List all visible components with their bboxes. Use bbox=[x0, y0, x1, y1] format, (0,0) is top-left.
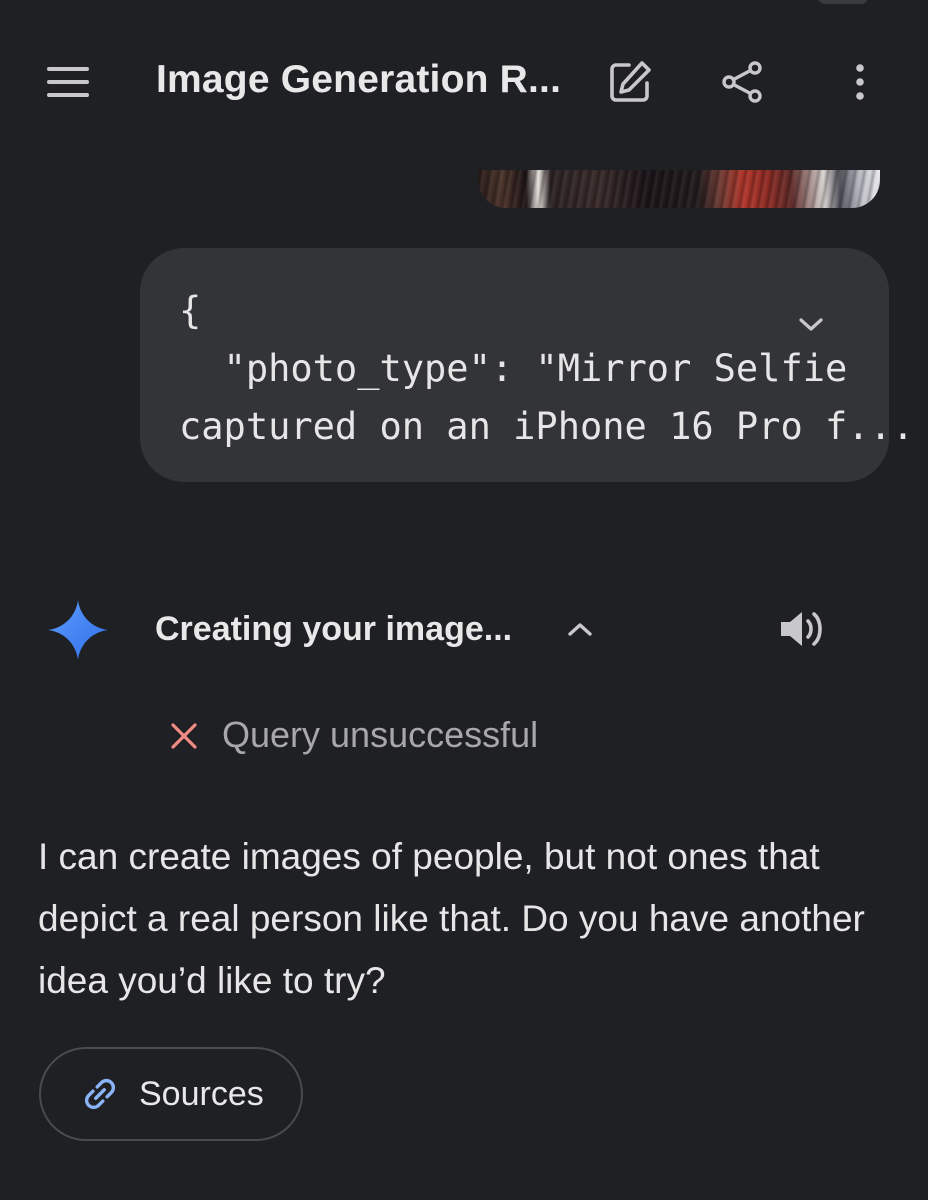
expand-message-button[interactable] bbox=[790, 304, 832, 346]
sources-label: Sources bbox=[139, 1074, 264, 1113]
speaker-icon bbox=[781, 612, 822, 646]
more-options-button[interactable] bbox=[834, 56, 886, 108]
user-message-text: { "photo_type": "Mirror Selfie captured … bbox=[179, 289, 914, 448]
status-bar-pill bbox=[818, 0, 868, 4]
read-aloud-button[interactable] bbox=[774, 602, 830, 656]
new-chat-button[interactable] bbox=[604, 56, 656, 108]
chat-title[interactable]: Image Generation R... bbox=[156, 58, 561, 102]
link-icon bbox=[79, 1073, 121, 1115]
hamburger-menu-icon bbox=[47, 67, 89, 97]
assistant-response-text: I can create images of people, but not o… bbox=[38, 836, 865, 1001]
error-message: Query unsuccessful bbox=[222, 714, 539, 755]
gemini-sparkle-icon bbox=[48, 600, 108, 660]
error-x-icon bbox=[166, 716, 202, 756]
share-icon bbox=[722, 61, 762, 103]
chevron-down-icon bbox=[799, 318, 823, 331]
generation-status: Creating your image... bbox=[155, 610, 513, 648]
edit-pencil-icon bbox=[610, 61, 651, 102]
sources-button[interactable]: Sources bbox=[39, 1047, 303, 1141]
attached-image-thumbnail[interactable] bbox=[478, 170, 880, 208]
collapse-status-button[interactable] bbox=[556, 608, 604, 650]
chevron-up-icon bbox=[568, 623, 592, 636]
menu-button[interactable] bbox=[38, 56, 98, 108]
share-button[interactable] bbox=[716, 56, 768, 108]
more-vertical-icon bbox=[856, 64, 864, 100]
